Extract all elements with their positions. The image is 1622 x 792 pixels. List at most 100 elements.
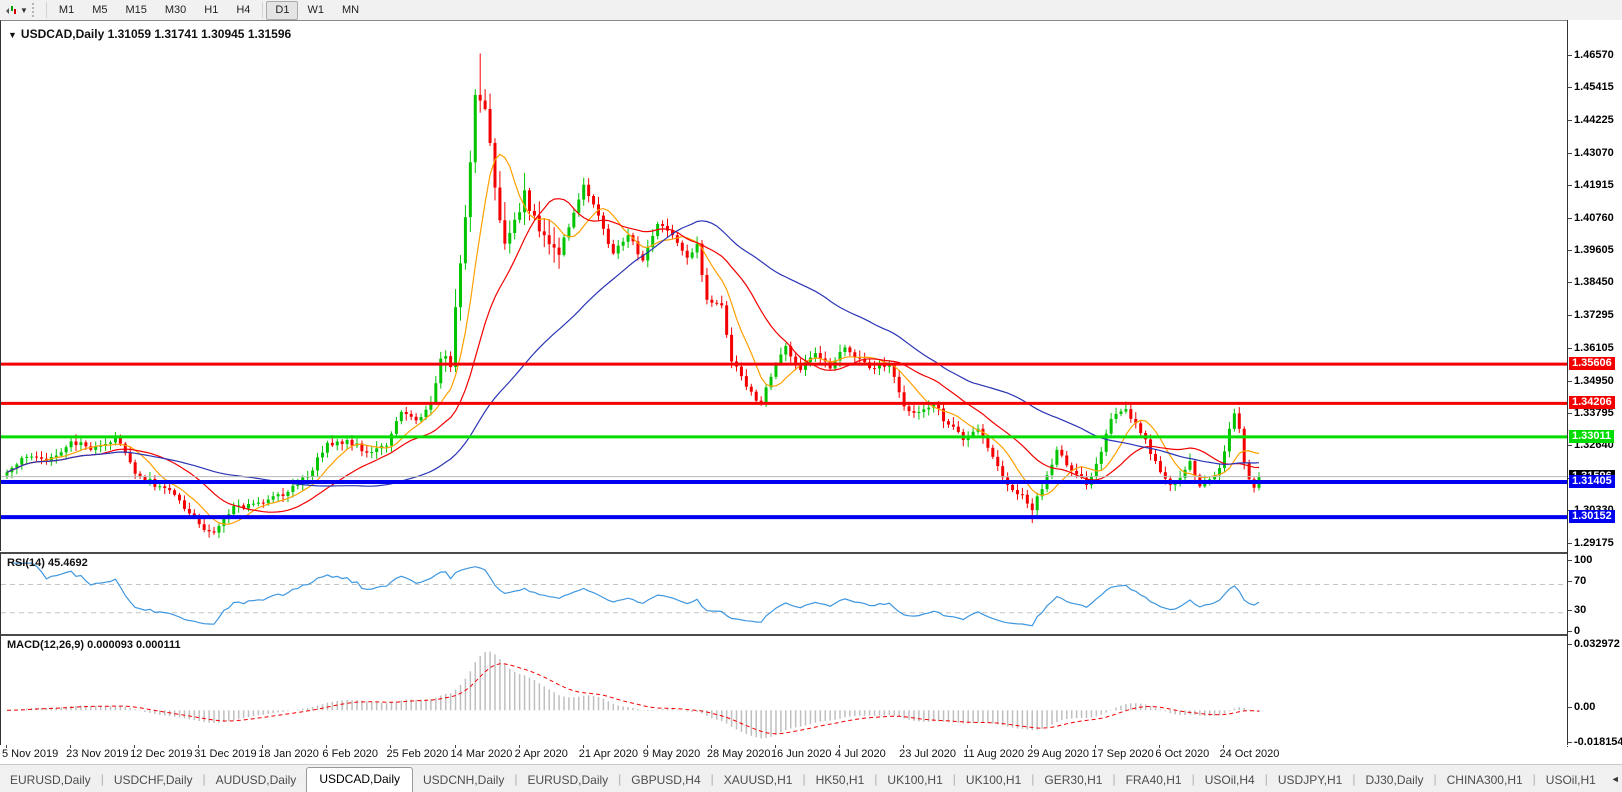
price-tick-1.43070: 1.43070	[1574, 147, 1614, 159]
candle	[1075, 471, 1078, 474]
candle	[267, 500, 270, 504]
timeframe-button-h1[interactable]: H1	[195, 1, 227, 20]
timeframe-button-w1[interactable]: W1	[298, 1, 333, 20]
symbol-tab-usdjpy-h1[interactable]: USDJPY,H1	[1268, 769, 1352, 791]
candle	[208, 530, 211, 531]
candle	[213, 531, 216, 532]
candle	[341, 442, 344, 444]
candle	[439, 359, 442, 384]
candle	[35, 457, 38, 458]
candle	[676, 235, 679, 243]
candle	[400, 412, 403, 421]
candle	[158, 486, 161, 487]
price-badge-1.35606: 1.35606	[1569, 357, 1615, 370]
candle	[346, 440, 349, 444]
price-tick-1.44225: 1.44225	[1574, 114, 1614, 126]
symbol-tab-audusd-daily[interactable]: AUDUSD,Daily	[206, 769, 307, 791]
rsi-pane[interactable]: RSI(14) 45.4692	[0, 552, 1568, 634]
date-label: 29 Aug 2020	[1027, 748, 1089, 760]
timeframe-button-m1[interactable]: M1	[50, 1, 83, 20]
price-tick-1.34950: 1.34950	[1574, 375, 1614, 387]
symbol-tab-usoil-h4[interactable]: USOil,H4	[1195, 769, 1265, 791]
candle	[1031, 504, 1034, 511]
candle	[814, 353, 817, 357]
candle	[321, 453, 324, 458]
candle	[528, 190, 531, 211]
candle	[577, 200, 580, 213]
candle	[479, 95, 482, 101]
main-chart-pane[interactable]: ▼USDCAD,Daily 1.31059 1.31741 1.30945 1.…	[0, 20, 1568, 551]
price-axis[interactable]: 1.465701.454151.442251.430701.419151.407…	[1567, 20, 1622, 745]
macd-pane[interactable]: MACD(12,26,9) 0.000093 0.000111	[0, 634, 1568, 747]
candle	[1238, 413, 1241, 428]
candle	[1223, 451, 1226, 468]
candle	[1243, 429, 1246, 463]
symbol-tab-eurusd-daily[interactable]: EURUSD,Daily	[517, 769, 618, 791]
candle	[247, 504, 250, 508]
symbol-tab-gbpusd-h4[interactable]: GBPUSD,H4	[621, 769, 710, 791]
timeframe-button-m5[interactable]: M5	[83, 1, 116, 20]
symbol-tab-dj30-daily[interactable]: DJ30,Daily	[1355, 769, 1433, 791]
symbol-tab-fra40-h1[interactable]: FRA40,H1	[1116, 769, 1192, 791]
candle	[518, 212, 521, 220]
tab-scroll-left-icon[interactable]: ◄	[1611, 774, 1620, 784]
candle	[681, 243, 684, 251]
trading-terminal-window: ▼ M1M5M15M30H1H4D1W1MN ▼USDCAD,Daily 1.3…	[0, 0, 1622, 792]
candle	[370, 452, 373, 453]
candle	[508, 233, 511, 244]
candle	[79, 442, 82, 445]
candle	[410, 414, 413, 417]
candle	[40, 457, 43, 458]
symbol-tab-usdcad-daily[interactable]: USDCAD,Daily	[306, 767, 413, 792]
symbol-tab-eurusd-daily[interactable]: EURUSD,Daily	[0, 769, 101, 791]
timeframe-button-h4[interactable]: H4	[227, 1, 259, 20]
date-label: 25 Feb 2020	[386, 748, 448, 760]
candle	[415, 417, 418, 421]
candle	[730, 335, 733, 362]
timeframe-button-m15[interactable]: M15	[116, 1, 155, 20]
candle	[745, 376, 748, 387]
candle	[277, 494, 280, 496]
date-label: 11 Aug 2020	[963, 748, 1024, 760]
timeframe-button-m30[interactable]: M30	[156, 1, 195, 20]
rsi-canvas	[1, 554, 1568, 634]
symbol-tab-usdcnh-daily[interactable]: USDCNH,Daily	[413, 769, 514, 791]
symbol-tab-usoil-h1[interactable]: USOil,H1	[1536, 769, 1603, 791]
timeframe-button-mn[interactable]: MN	[333, 1, 368, 20]
candle	[774, 364, 777, 377]
symbol-tab-usdchf-daily[interactable]: USDCHF,Daily	[104, 769, 203, 791]
candle	[454, 307, 457, 367]
date-axis[interactable]: 5 Nov 201923 Nov 201912 Dec 201931 Dec 2…	[0, 745, 1567, 764]
symbol-tab-uk100-h1[interactable]: UK100,H1	[877, 769, 952, 791]
candle	[163, 486, 166, 488]
candle	[70, 441, 73, 447]
candle	[843, 347, 846, 352]
symbol-tab-xauusd-h1[interactable]: XAUUSD,H1	[714, 769, 803, 791]
candle	[1129, 409, 1132, 419]
candle	[469, 162, 472, 217]
symbol-tab-uk100-h1[interactable]: UK100,H1	[956, 769, 1031, 791]
candle	[587, 185, 590, 196]
macd-tick-0.032972: 0.032972	[1574, 638, 1620, 650]
candle	[311, 471, 314, 477]
candle	[1233, 413, 1236, 428]
price-badge-1.33011: 1.33011	[1569, 430, 1614, 443]
collapse-triangle-icon[interactable]: ▼	[8, 30, 17, 40]
candle	[282, 494, 285, 496]
candle	[109, 442, 112, 444]
toolbar-drag-handle[interactable]	[32, 3, 39, 17]
candle	[420, 417, 423, 420]
timeframe-buttons: M1M5M15M30H1H4 D1W1MN	[43, 1, 368, 20]
candlestick-chart-canvas[interactable]	[1, 21, 1568, 551]
timeframe-button-d1[interactable]: D1	[266, 1, 298, 20]
symbol-tab-hk50-h1[interactable]: HK50,H1	[806, 769, 875, 791]
ohlc-open: 1.31059	[108, 27, 151, 41]
candle	[696, 244, 699, 253]
symbol-tab-china300-h1[interactable]: CHINA300,H1	[1437, 769, 1533, 791]
candle	[503, 220, 506, 243]
symbol-tab-ger30-h1[interactable]: GER30,H1	[1034, 769, 1112, 791]
toolbar-separator	[262, 2, 263, 18]
chart-tool-caret-icon[interactable]: ▼	[20, 6, 28, 15]
chart-cursor-tool-icon[interactable]: ▼	[3, 3, 28, 17]
candle	[351, 440, 354, 445]
